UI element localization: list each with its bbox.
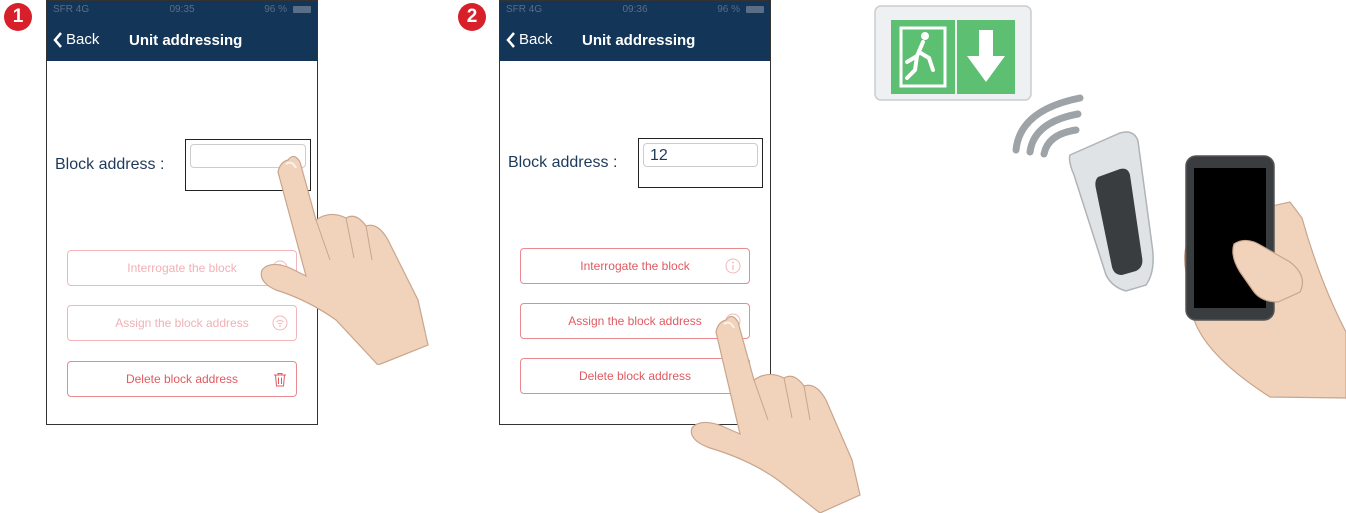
battery-icon (293, 6, 311, 13)
back-label: Back (519, 31, 553, 48)
pointing-hand-illustration (260, 155, 429, 365)
block-address-label: Block address : (508, 154, 618, 171)
step-2-badge: 2 (458, 3, 486, 31)
interrogate-block-button[interactable]: Interrogate the block (520, 248, 750, 284)
block-address-input[interactable]: 12 (643, 143, 758, 167)
delete-block-address-button[interactable]: Delete block address (67, 361, 297, 397)
battery-icon (746, 6, 764, 13)
step-1-badge: 1 (4, 3, 32, 31)
status-battery: 96 % (717, 4, 740, 15)
info-icon (725, 258, 741, 274)
back-button[interactable]: Back (53, 31, 99, 48)
page-title: Unit addressing (129, 32, 243, 49)
status-bar: SFR 4G 09:36 96 % (500, 1, 770, 19)
status-carrier: SFR 4G (53, 4, 90, 15)
delete-block-address-label: Delete block address (125, 372, 239, 386)
status-carrier: SFR 4G (506, 4, 543, 15)
block-address-label: Block address : (55, 156, 165, 173)
status-battery: 96 % (264, 4, 287, 15)
back-label: Back (66, 31, 100, 48)
pointing-hand-illustration (690, 315, 861, 513)
interrogate-block-label: Interrogate the block (127, 261, 237, 275)
interrogate-block-label: Interrogate the block (580, 259, 690, 273)
chevron-left-icon (53, 31, 62, 48)
page-title: Unit addressing (582, 32, 696, 49)
status-bar: SFR 4G 09:35 96 % (47, 1, 317, 19)
navigation-bar: SFR 4G 09:35 96 % Back Unit addressing (47, 1, 317, 61)
smartphone-in-hand-illustration (1184, 155, 1346, 399)
block-address-frame: 12 (638, 138, 763, 188)
exit-sign-illustration (874, 5, 1032, 101)
back-button[interactable]: Back (506, 31, 552, 48)
status-time: 09:36 (622, 4, 648, 15)
trash-icon (274, 373, 286, 387)
navigation-bar: SFR 4G 09:36 96 % Back Unit addressing (500, 1, 770, 61)
status-time: 09:35 (169, 4, 195, 15)
assign-block-address-label: Assign the block address (115, 316, 249, 330)
chevron-left-icon (506, 31, 515, 48)
